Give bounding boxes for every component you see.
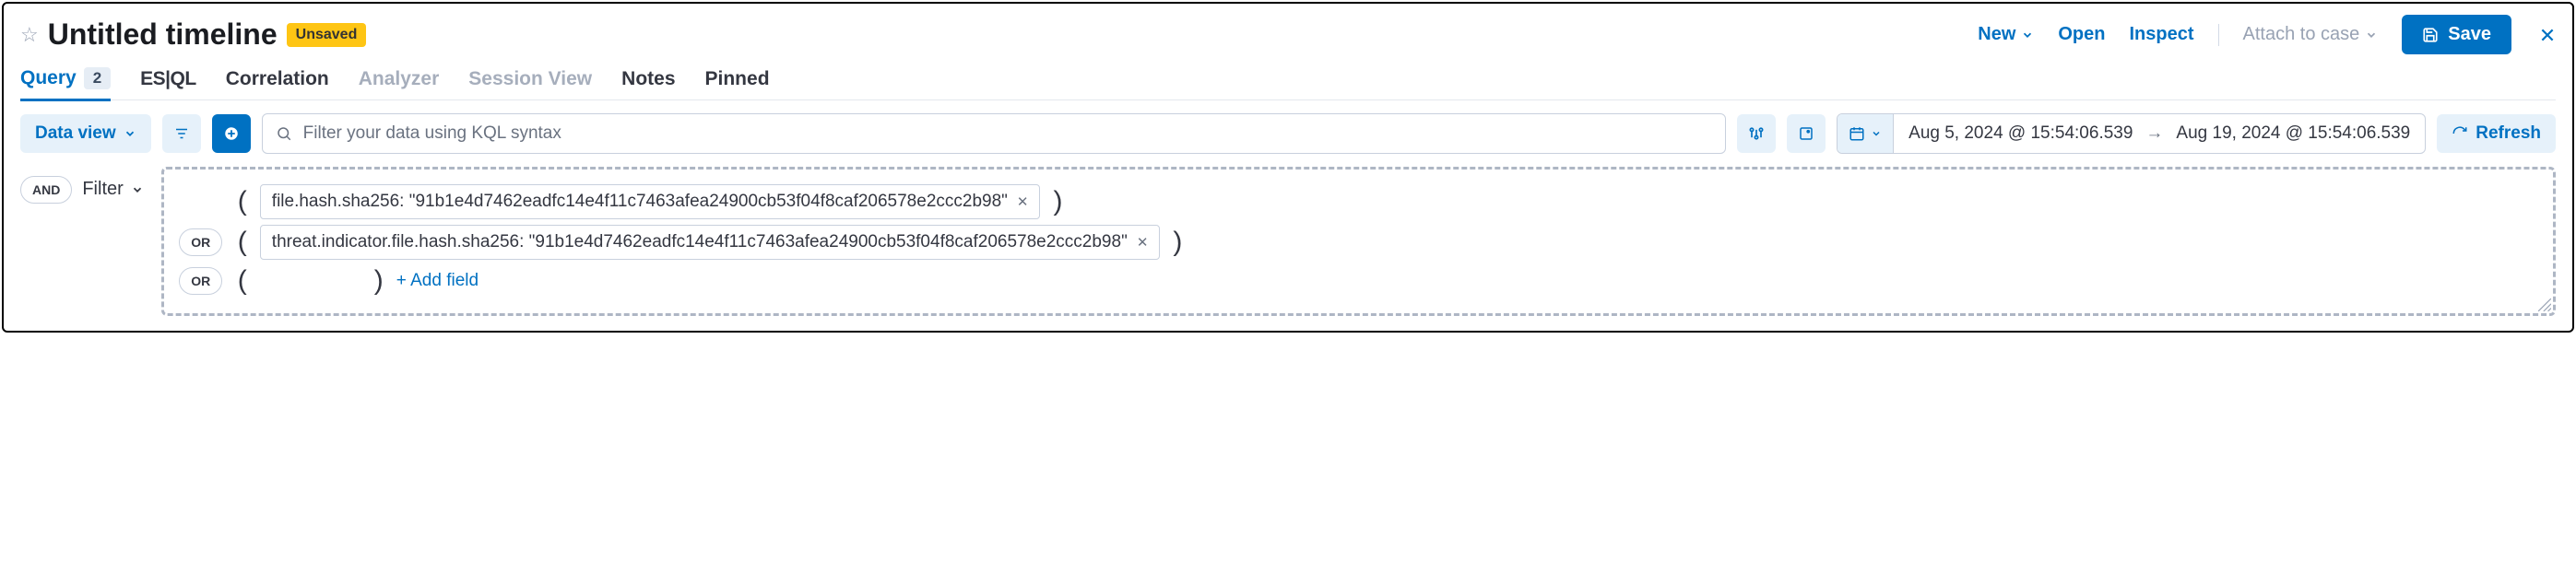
tab-session-view: Session View bbox=[468, 67, 592, 99]
date-range-display[interactable]: Aug 5, 2024 @ 15:54:06.539 → Aug 19, 202… bbox=[1894, 123, 2425, 144]
clause-row: ( file.hash.sha256: "91b1e4d7462eadfc14e… bbox=[177, 184, 2540, 219]
new-button[interactable]: New bbox=[1978, 24, 2034, 45]
refresh-label: Refresh bbox=[2476, 123, 2541, 144]
tabs: Query 2 ES|QL Correlation Analyzer Sessi… bbox=[20, 67, 2556, 100]
paren-open: ( bbox=[234, 227, 251, 258]
attach-to-case-button: Attach to case bbox=[2243, 24, 2379, 45]
save-label: Save bbox=[2448, 24, 2491, 45]
chevron-down-icon bbox=[124, 127, 136, 140]
or-operator-pill[interactable]: OR bbox=[179, 228, 222, 256]
open-button[interactable]: Open bbox=[2058, 24, 2105, 45]
plus-circle-icon bbox=[223, 125, 240, 142]
close-icon[interactable] bbox=[2539, 27, 2556, 43]
paren-close: ) bbox=[1169, 227, 1186, 258]
date-to: Aug 19, 2024 @ 15:54:06.539 bbox=[2176, 123, 2410, 144]
paren-close: ) bbox=[1049, 186, 1066, 217]
builder-dropzone[interactable]: ( file.hash.sha256: "91b1e4d7462eadfc14e… bbox=[161, 167, 2556, 316]
remove-chip-icon[interactable]: ✕ bbox=[1137, 234, 1149, 251]
chevron-down-icon bbox=[1871, 128, 1882, 139]
timeline-panel: ☆ Untitled timeline Unsaved New Open Ins… bbox=[2, 2, 2574, 333]
tab-query[interactable]: Query 2 bbox=[20, 67, 111, 101]
header-actions: New Open Inspect Attach to case Save bbox=[1978, 15, 2556, 54]
refresh-icon bbox=[2452, 125, 2468, 142]
tab-query-count: 2 bbox=[84, 67, 111, 89]
arrow-right-icon: → bbox=[2145, 123, 2163, 144]
fullscreen-button[interactable] bbox=[1787, 114, 1826, 153]
date-picker-button[interactable] bbox=[1837, 114, 1894, 153]
tab-query-label: Query bbox=[20, 67, 77, 89]
kql-search[interactable] bbox=[262, 113, 1727, 154]
or-col: OR bbox=[177, 267, 225, 295]
expand-icon bbox=[1798, 125, 1814, 142]
clause-row: OR ( ) + Add field bbox=[177, 265, 2540, 297]
header: ☆ Untitled timeline Unsaved New Open Ins… bbox=[20, 15, 2556, 54]
filter-label: Filter bbox=[82, 179, 123, 200]
paren-open: ( bbox=[234, 265, 251, 297]
search-icon bbox=[276, 125, 292, 142]
data-view-button[interactable]: Data view bbox=[20, 114, 151, 153]
filter-funnel-button[interactable] bbox=[162, 114, 201, 153]
tab-pinned[interactable]: Pinned bbox=[705, 67, 770, 99]
add-filter-button[interactable] bbox=[212, 114, 251, 153]
or-col: OR bbox=[177, 228, 225, 256]
calendar-icon bbox=[1849, 125, 1865, 142]
filter-type-selector[interactable]: Filter bbox=[76, 172, 149, 206]
or-operator-pill[interactable]: OR bbox=[179, 267, 222, 295]
title-group: ☆ Untitled timeline Unsaved bbox=[20, 18, 366, 52]
divider bbox=[2218, 24, 2219, 46]
date-from: Aug 5, 2024 @ 15:54:06.539 bbox=[1908, 123, 2133, 144]
empty-clause-input[interactable] bbox=[260, 267, 361, 295]
tab-esql[interactable]: ES|QL bbox=[140, 67, 196, 99]
date-range: Aug 5, 2024 @ 15:54:06.539 → Aug 19, 202… bbox=[1837, 113, 2426, 154]
page-title: Untitled timeline bbox=[48, 18, 278, 52]
query-builder: AND Filter ( file.hash.sha256: "91b1e4d7… bbox=[20, 167, 2556, 316]
resize-handle-icon[interactable] bbox=[2538, 298, 2551, 311]
sliders-icon bbox=[1747, 124, 1766, 143]
save-button[interactable]: Save bbox=[2402, 15, 2511, 54]
data-view-label: Data view bbox=[35, 123, 116, 144]
save-icon bbox=[2422, 27, 2439, 43]
filter-chip[interactable]: threat.indicator.file.hash.sha256: "91b1… bbox=[260, 225, 1161, 260]
favorite-star-icon[interactable]: ☆ bbox=[20, 23, 39, 47]
builder-left-controls: AND Filter bbox=[20, 167, 150, 206]
paren-open: ( bbox=[234, 186, 251, 217]
chevron-down-icon bbox=[2365, 29, 2378, 41]
customize-columns-button[interactable] bbox=[1737, 114, 1776, 153]
paren-close: ) bbox=[371, 265, 387, 297]
tab-correlation[interactable]: Correlation bbox=[226, 67, 329, 99]
refresh-button[interactable]: Refresh bbox=[2437, 114, 2556, 153]
tab-notes[interactable]: Notes bbox=[621, 67, 675, 99]
clause-row: OR ( threat.indicator.file.hash.sha256: … bbox=[177, 225, 2540, 260]
toolbar: Data view Aug 5, 2024 @ 15:5 bbox=[20, 113, 2556, 154]
remove-chip-icon[interactable]: ✕ bbox=[1017, 193, 1029, 210]
add-field-button[interactable]: + Add field bbox=[396, 271, 479, 291]
and-operator-pill[interactable]: AND bbox=[20, 176, 72, 204]
attach-label: Attach to case bbox=[2243, 24, 2360, 45]
status-badge: Unsaved bbox=[287, 23, 367, 47]
filter-icon bbox=[173, 125, 190, 142]
kql-input[interactable] bbox=[303, 123, 1713, 144]
chevron-down-icon bbox=[2021, 29, 2034, 41]
inspect-button[interactable]: Inspect bbox=[2130, 24, 2194, 45]
tab-analyzer: Analyzer bbox=[359, 67, 440, 99]
filter-chip[interactable]: file.hash.sha256: "91b1e4d7462eadfc14e4f… bbox=[260, 184, 1041, 219]
chip-text: file.hash.sha256: "91b1e4d7462eadfc14e4f… bbox=[272, 192, 1008, 212]
chevron-down-icon bbox=[131, 183, 144, 196]
chip-text: threat.indicator.file.hash.sha256: "91b1… bbox=[272, 232, 1128, 252]
new-label: New bbox=[1978, 24, 2015, 45]
